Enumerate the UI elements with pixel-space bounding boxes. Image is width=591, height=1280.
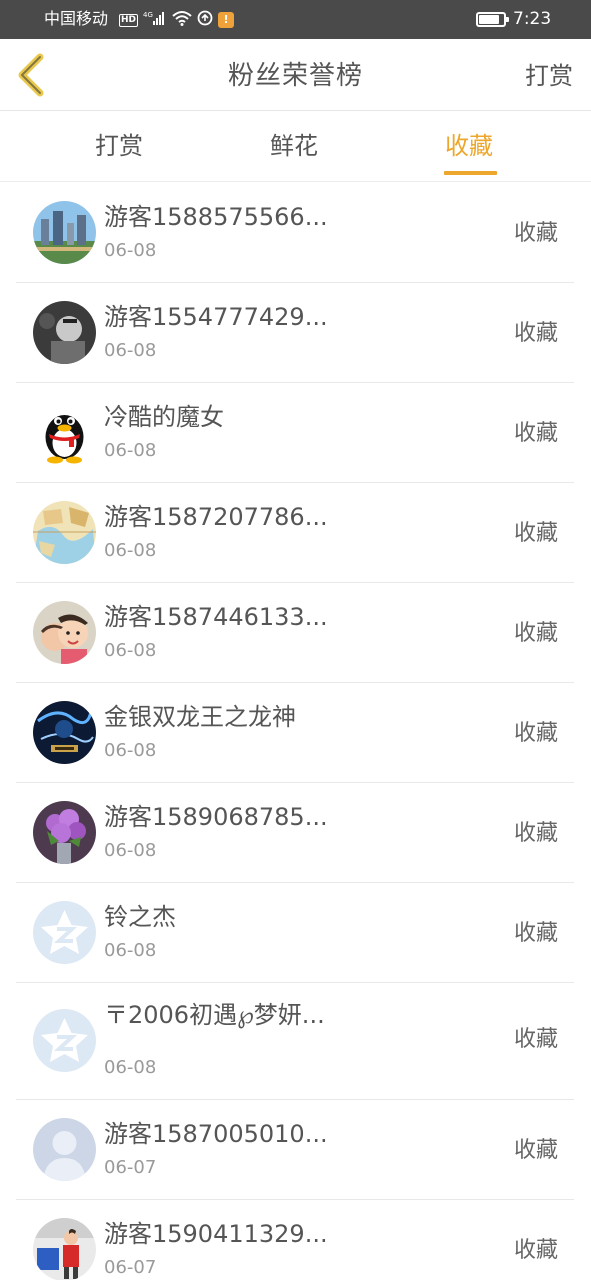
- game-avatar: [33, 701, 96, 764]
- hd-badge: HD: [119, 13, 139, 27]
- fan-date: 06-08: [104, 240, 157, 261]
- tab-flowers[interactable]: 鲜花: [270, 129, 318, 163]
- tab-bar: 打赏 鲜花 收藏: [0, 112, 591, 182]
- carrier-label: 中国移动: [44, 9, 109, 28]
- fan-name: 〒2006初遇℘梦妍...: [104, 1001, 325, 1029]
- battery-level-fill: [479, 15, 499, 24]
- city-avatar: [33, 201, 96, 264]
- favorite-label: 收藏: [513, 521, 558, 546]
- favorite-label: 收藏: [513, 221, 558, 246]
- tab-favorites[interactable]: 收藏: [445, 129, 493, 163]
- fan-date: 06-08: [104, 1057, 157, 1078]
- photo-avatar: [33, 301, 96, 364]
- map-avatar: [33, 501, 96, 564]
- fan-name: 游客1589068785...: [104, 803, 328, 831]
- fan-date: 06-07: [104, 1257, 157, 1278]
- favorite-label: 收藏: [513, 721, 558, 746]
- signal-icon: 4G: [143, 10, 167, 30]
- page-title: 粉丝荣誉榜: [227, 61, 363, 91]
- list-item[interactable]: 游客1587005010... 06-07 收藏: [16, 1100, 574, 1200]
- favorite-label: 收藏: [513, 1138, 558, 1163]
- list-item[interactable]: 游客1587446133... 06-08 收藏: [16, 583, 574, 683]
- favorite-label: 收藏: [513, 621, 558, 646]
- fan-date: 06-08: [104, 740, 157, 761]
- fan-name: 铃之杰: [104, 903, 176, 931]
- default-star-avatar: [33, 901, 96, 964]
- fan-date: 06-08: [104, 640, 157, 661]
- list-item[interactable]: 游客1587207786... 06-08 收藏: [16, 483, 574, 583]
- default-person-avatar: [33, 1118, 96, 1181]
- fan-date: 06-08: [104, 940, 157, 961]
- network-type-label: 4G: [143, 11, 153, 19]
- status-icons: HD 4G !: [119, 10, 235, 30]
- app-header: 粉丝荣誉榜 打赏: [0, 39, 591, 111]
- favorite-label: 收藏: [513, 1238, 558, 1263]
- favorite-label: 收藏: [513, 1027, 558, 1052]
- list-item[interactable]: 游客1554777429... 06-08 收藏: [16, 283, 574, 383]
- flower-avatar: [33, 801, 96, 864]
- active-tab-indicator: [444, 171, 497, 175]
- fan-name: 冷酷的魔女: [104, 403, 224, 431]
- tab-tips[interactable]: 打赏: [95, 129, 143, 163]
- fan-date: 06-08: [104, 840, 157, 861]
- fan-date: 06-08: [104, 440, 157, 461]
- status-bar: 中国移动 HD 4G ! 7:23: [0, 0, 591, 39]
- list-item[interactable]: 游客1588575566... 06-08 收藏: [16, 183, 574, 283]
- penguin-avatar: [33, 401, 96, 464]
- list-item[interactable]: 金银双龙王之龙神 06-08 收藏: [16, 683, 574, 783]
- fan-date: 06-08: [104, 340, 157, 361]
- favorite-label: 收藏: [513, 821, 558, 846]
- battery-icon: [476, 12, 509, 27]
- list-item[interactable]: 冷酷的魔女 06-08 收藏: [16, 383, 574, 483]
- list-item[interactable]: 游客1589068785... 06-08 收藏: [16, 783, 574, 883]
- tip-button[interactable]: 打赏: [525, 59, 573, 93]
- fan-name: 游客1588575566...: [104, 203, 328, 231]
- list-item[interactable]: 〒2006初遇℘梦妍... 06-08 收藏: [16, 983, 574, 1100]
- clock: 7:23: [513, 9, 552, 29]
- fan-name: 游客1587005010...: [104, 1120, 328, 1148]
- fan-name: 游客1590411329...: [104, 1220, 328, 1248]
- list-item[interactable]: 游客1590411329... 06-07 收藏: [16, 1200, 574, 1280]
- fan-name: 游客1554777429...: [104, 303, 328, 331]
- default-star-avatar: [33, 1009, 96, 1072]
- list-item[interactable]: 铃之杰 06-08 收藏: [16, 883, 574, 983]
- warning-icon: !: [218, 12, 235, 28]
- fan-name: 游客1587207786...: [104, 503, 328, 531]
- fan-name: 游客1587446133...: [104, 603, 328, 631]
- favorite-label: 收藏: [513, 921, 558, 946]
- favorite-label: 收藏: [513, 421, 558, 446]
- fan-date: 06-08: [104, 540, 157, 561]
- wifi-icon: [172, 10, 192, 30]
- sync-icon: [197, 10, 213, 30]
- favorite-label: 收藏: [513, 321, 558, 346]
- fan-name: 金银双龙王之龙神: [104, 703, 296, 731]
- kids-avatar: [33, 601, 96, 664]
- fan-date: 06-07: [104, 1157, 157, 1178]
- child-avatar: [33, 1218, 96, 1280]
